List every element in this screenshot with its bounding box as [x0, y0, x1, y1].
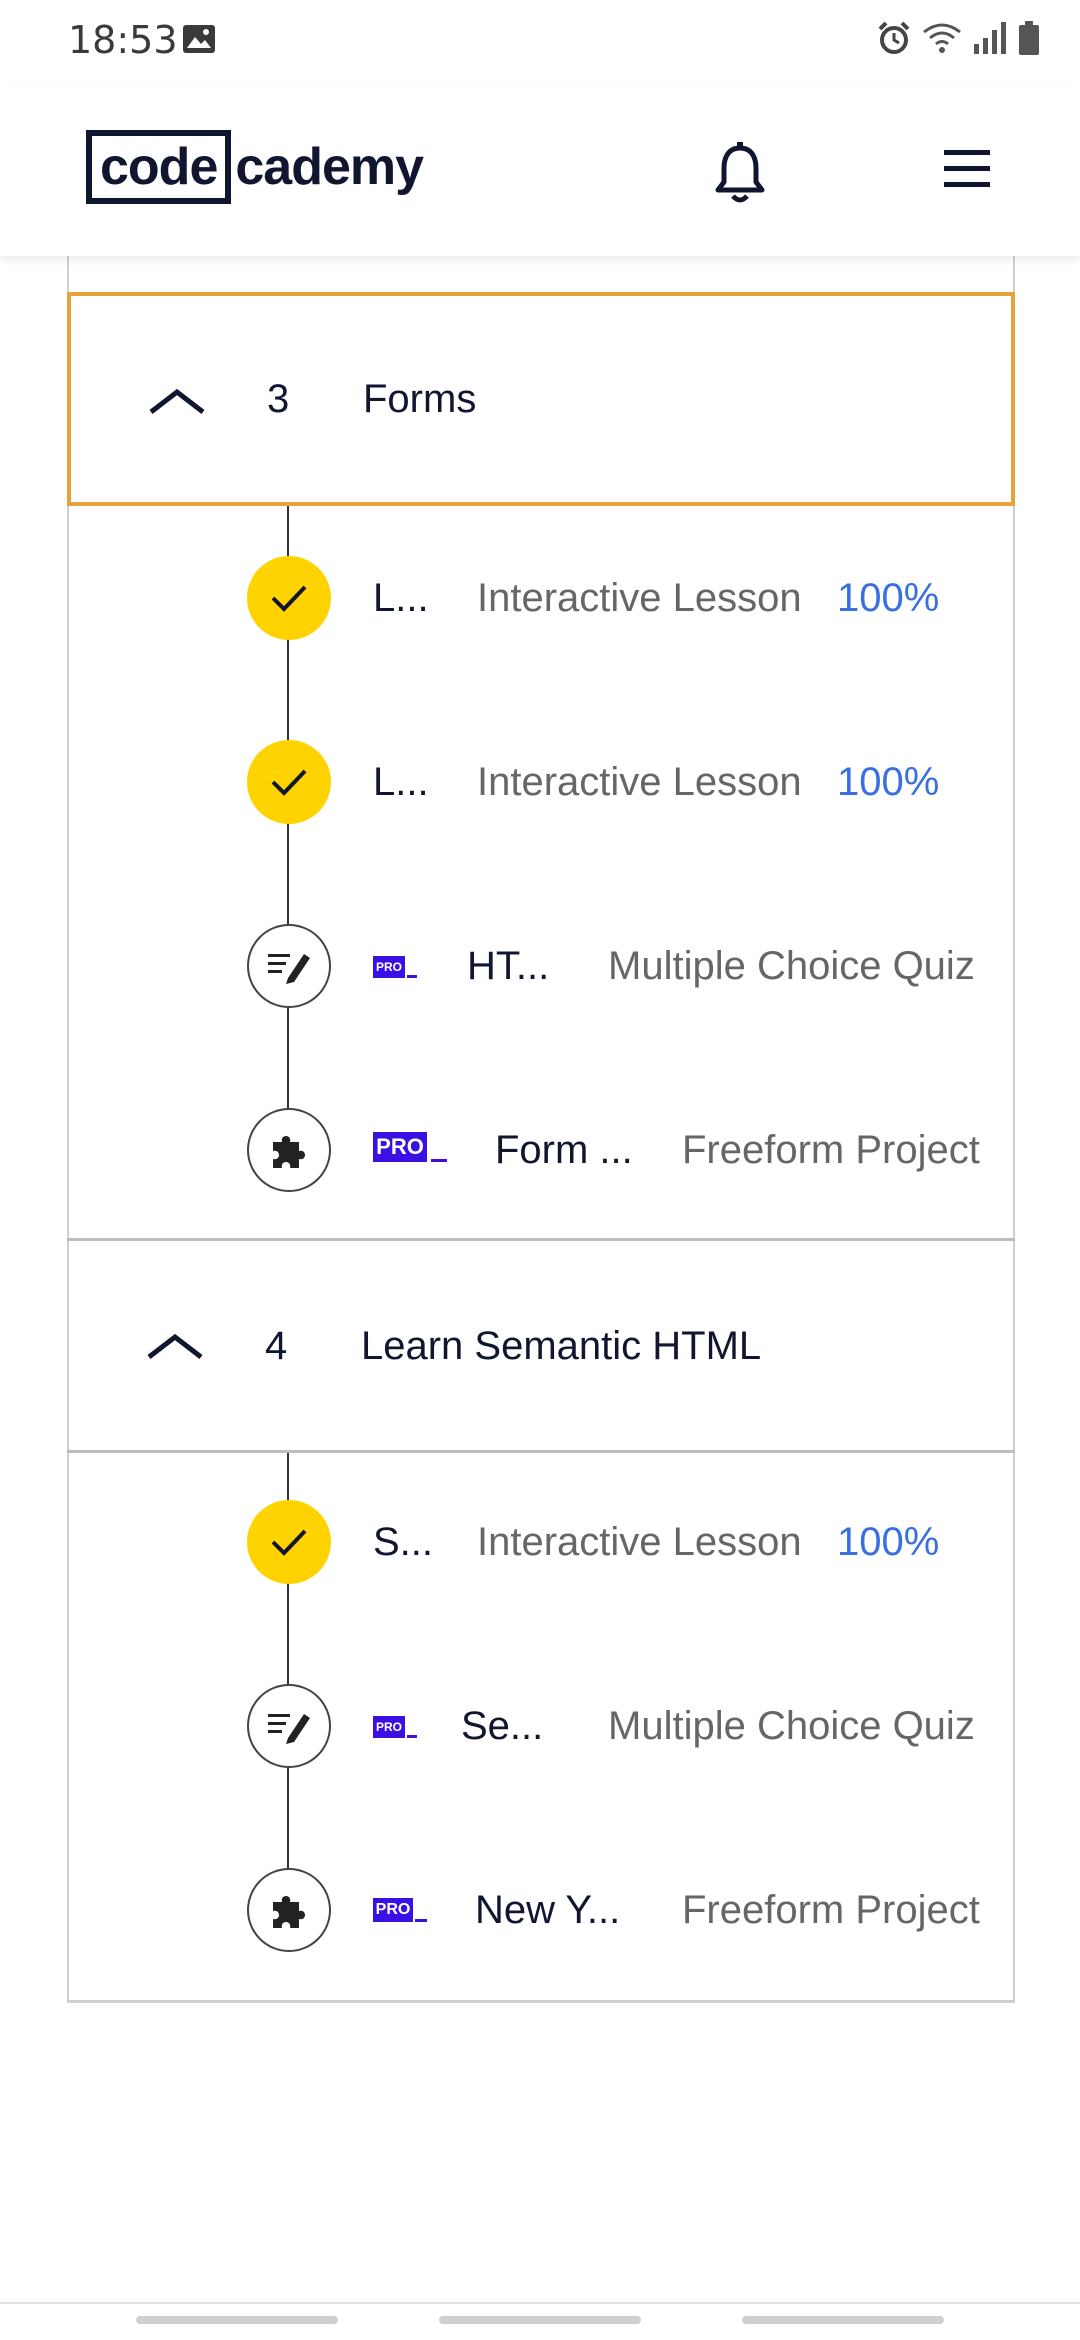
item-title: Se...: [461, 1704, 544, 1748]
logo-boxed-text: code: [86, 130, 232, 204]
nav-home-button[interactable]: [439, 2316, 641, 2324]
module-header-semantic-html[interactable]: 4 Learn Semantic HTML: [67, 1241, 1015, 1451]
nav-bar-divider: [0, 2302, 1080, 2304]
status-circle: [247, 1500, 331, 1584]
gallery-notification-icon: [183, 25, 215, 53]
list-item[interactable]: PRO New Y... Freeform Project: [67, 1850, 1015, 1970]
item-progress: 100%: [837, 576, 940, 620]
list-item[interactable]: PRO Form ... Freeform Project: [67, 1090, 1015, 1210]
quiz-pencil-icon: [268, 954, 310, 984]
status-circle: [247, 740, 331, 824]
module-title: Learn Semantic HTML: [361, 1323, 762, 1368]
item-type: Interactive Lesson: [477, 760, 802, 804]
item-type: Interactive Lesson: [477, 576, 802, 620]
module-number: 4: [265, 1323, 288, 1368]
list-item[interactable]: L... Interactive Lesson 100%: [67, 538, 1015, 658]
alarm-icon: [878, 21, 910, 54]
list-item[interactable]: PRO Se... Multiple Choice Quiz: [67, 1666, 1015, 1786]
status-icons: [876, 20, 1040, 56]
item-progress: 100%: [837, 1520, 940, 1564]
item-type: Freeform Project: [682, 1128, 980, 1172]
quiz-pencil-icon: [268, 1714, 310, 1744]
nav-recents-button[interactable]: [136, 2316, 338, 2324]
status-bar: 18:53: [0, 0, 1080, 84]
item-type: Multiple Choice Quiz: [608, 944, 975, 988]
status-circle: [247, 1684, 331, 1768]
puzzle-icon: [273, 1896, 305, 1928]
item-title: HT...: [467, 944, 550, 988]
wifi-icon: [923, 23, 961, 53]
list-item[interactable]: S... Interactive Lesson 100%: [67, 1482, 1015, 1602]
status-circle: [247, 924, 331, 1008]
module-title: Forms: [363, 376, 477, 421]
status-circle: [247, 1108, 331, 1192]
list-item[interactable]: L... Interactive Lesson 100%: [67, 722, 1015, 842]
item-title: Form ...: [495, 1128, 633, 1172]
pro-badge: PRO: [373, 1132, 427, 1162]
hamburger-menu-icon[interactable]: [940, 144, 994, 194]
item-title: L...: [373, 576, 429, 620]
pro-badge: PRO: [373, 1898, 413, 1922]
chevron-up-icon[interactable]: [145, 1329, 205, 1363]
check-icon: [271, 585, 307, 612]
item-type: Freeform Project: [682, 1888, 980, 1932]
check-icon: [271, 769, 307, 796]
pro-badge-underline: [407, 975, 417, 978]
pro-badge-underline: [407, 1735, 417, 1738]
pro-badge-underline: [415, 1919, 427, 1922]
item-type: Interactive Lesson: [477, 1520, 802, 1564]
item-type: Multiple Choice Quiz: [608, 1704, 975, 1748]
status-circle: [247, 556, 331, 640]
item-title: S...: [373, 1520, 434, 1564]
logo-text: cademy: [235, 138, 424, 196]
list-item[interactable]: PRO HT... Multiple Choice Quiz: [67, 906, 1015, 1026]
app-header: code cademy: [0, 84, 1080, 256]
pro-badge: PRO: [373, 956, 405, 978]
puzzle-icon: [273, 1136, 305, 1168]
nav-back-button[interactable]: [742, 2316, 944, 2324]
chevron-up-icon[interactable]: [147, 384, 207, 418]
status-circle: [247, 1868, 331, 1952]
check-icon: [271, 1529, 307, 1556]
status-time: 18:53: [68, 18, 178, 62]
module-number: 3: [267, 376, 290, 421]
module-header-forms[interactable]: 3 Forms: [67, 292, 1015, 506]
pro-badge-underline: [431, 1159, 447, 1162]
previous-module-edge: [67, 256, 1015, 294]
notifications-bell-icon[interactable]: [712, 142, 768, 206]
item-progress: 100%: [837, 760, 940, 804]
signal-icon: [974, 22, 1006, 54]
codecademy-logo[interactable]: code cademy: [86, 130, 424, 204]
item-title: New Y...: [475, 1888, 621, 1932]
battery-icon: [1019, 21, 1039, 55]
item-title: L...: [373, 760, 429, 804]
pro-badge: PRO: [373, 1716, 405, 1738]
